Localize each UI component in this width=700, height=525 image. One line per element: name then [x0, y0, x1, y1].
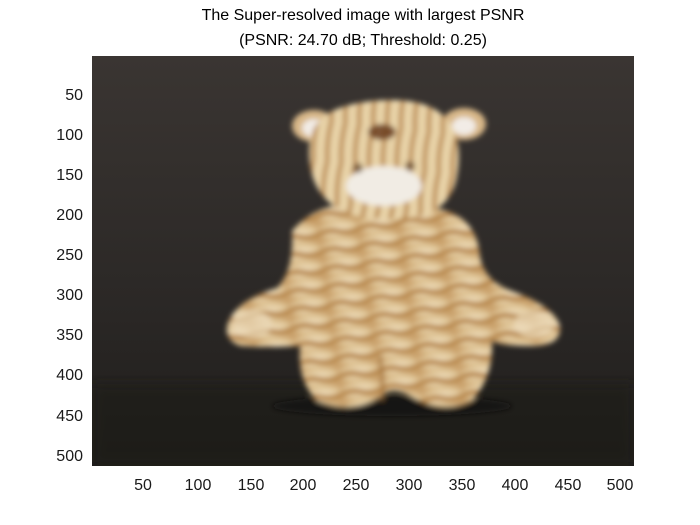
x-tick-label: 400: [501, 477, 529, 494]
x-tick-label: 350: [448, 477, 476, 494]
x-tick-label: 300: [395, 477, 423, 494]
y-tick-label: 400: [56, 367, 83, 384]
super-resolved-image: [92, 56, 634, 466]
image-axes: [92, 56, 634, 466]
x-tick-label: 450: [554, 477, 582, 494]
x-tick-label: 500: [606, 477, 634, 494]
y-tick-label: 350: [56, 327, 83, 344]
y-tick-label: 150: [56, 167, 83, 184]
y-tick-label: 200: [56, 207, 83, 224]
x-tick-label: 100: [184, 477, 212, 494]
y-tick-label: 500: [56, 448, 83, 465]
x-tick-label: 150: [237, 477, 265, 494]
figure-subtitle: (PSNR: 24.70 dB; Threshold: 0.25): [239, 32, 487, 49]
y-tick-label: 100: [56, 127, 83, 144]
x-tick-label: 200: [289, 477, 317, 494]
figure-title: The Super-resolved image with largest PS…: [201, 7, 525, 24]
x-tick-label: 50: [134, 477, 152, 494]
y-tick-label: 300: [56, 287, 83, 304]
x-tick-label: 250: [342, 477, 370, 494]
figure: The Super-resolved image with largest PS…: [0, 0, 700, 525]
y-tick-label: 250: [56, 247, 83, 264]
y-tick-label: 450: [56, 408, 83, 425]
y-tick-label: 50: [65, 87, 83, 104]
